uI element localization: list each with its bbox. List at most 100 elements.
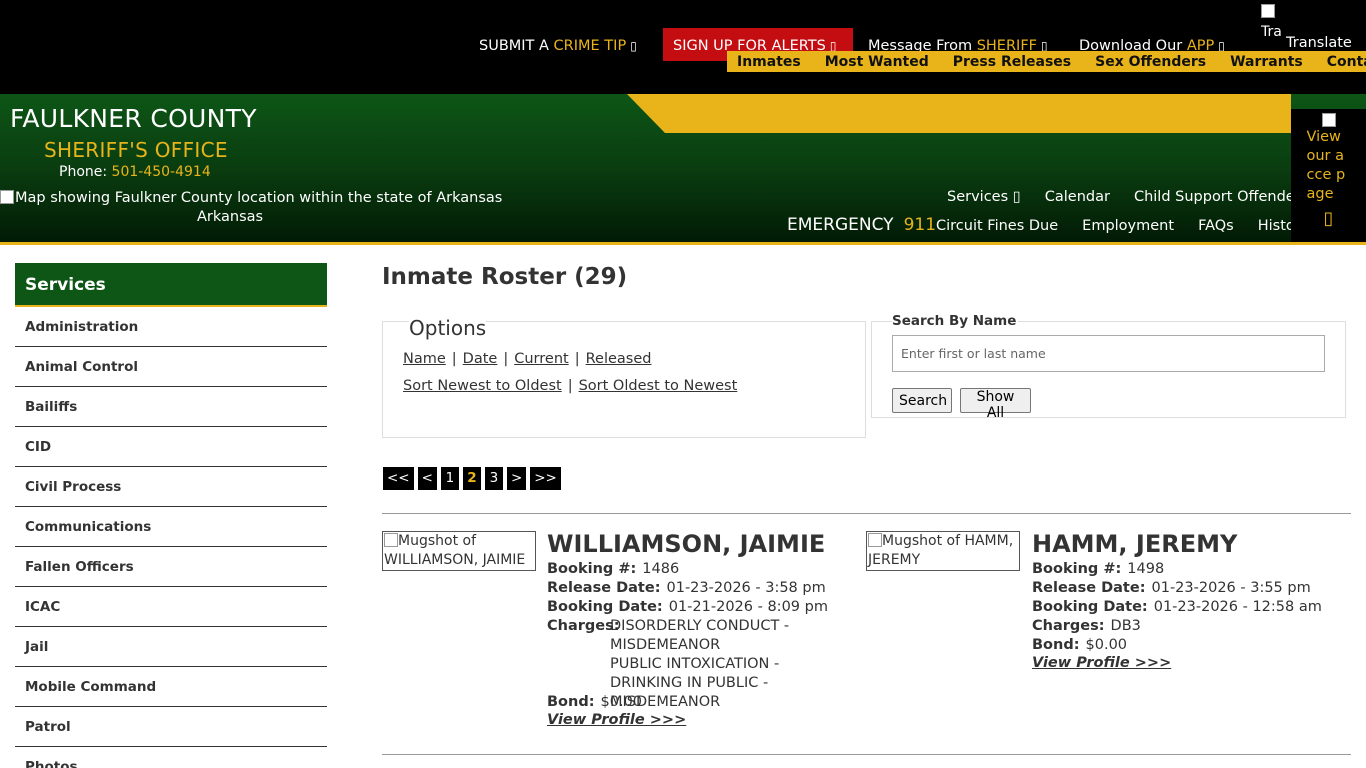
sheriff-office-name[interactable]: SHERIFF'S OFFICE [44,138,228,162]
page-3-button[interactable]: 3 [484,467,503,490]
external-link-icon: ▯ [630,39,637,53]
view-profile-link[interactable]: View Profile >>> [547,712,686,728]
sidebar-item-jail[interactable]: Jail [15,627,327,667]
bond-value: $0.00 [1085,637,1128,653]
nav-child-support-offenders[interactable]: Child Support Offenders [1134,189,1308,205]
nav-circuit-fines-due[interactable]: Circuit Fines Due [936,218,1058,234]
booking-date: Booking Date: 01-23-2026 - 12:58 am [1032,598,1322,617]
sidebar-item-administration[interactable]: Administration [15,307,327,347]
nav-contact[interactable]: Contact [1327,54,1366,70]
sidebar-item-bailiffs[interactable]: Bailiffs [15,387,327,427]
show-all-button[interactable]: Show All [960,388,1031,421]
accessibility-link[interactable]: View our acce page [1307,128,1351,206]
sort-order-links: Sort Newest to Oldest | Sort Oldest to New… [403,378,737,394]
charge-item: DB3 [1110,618,1141,634]
sort-by-date-link[interactable]: Date [463,351,498,367]
dropdown-icon: ▯ [1012,189,1021,205]
charges-label-text: Charges: [547,618,620,634]
sort-oldest-link[interactable]: Sort Oldest to Newest [579,378,738,394]
phone-label: Phone: [59,164,108,180]
nav-inmates[interactable]: Inmates [737,54,801,70]
divider [382,513,1351,514]
booking-date: Booking Date: 01-21-2026 - 8:09 pm [547,598,828,617]
search-legend: Search By Name [892,313,1019,329]
bond-label: Bond: [547,694,595,710]
charge-item: PUBLIC INTOXICATION - DRINKING IN PUBLIC… [610,656,780,710]
mugshot-image[interactable]: Mugshot of WILLIAMSON, JAIMIE [382,531,536,571]
pagination: << < 1 2 3 > >> [383,467,561,490]
release-date: Release Date: 01-23-2026 - 3:55 pm [1032,579,1311,598]
translate-image-alt: Tra [1261,24,1281,40]
page-next-button[interactable]: > [506,467,527,490]
inmate-name: HAMM, JEREMY [1032,530,1238,558]
nav-most-wanted[interactable]: Most Wanted [825,54,929,70]
nav-services-label: Services [947,189,1009,205]
submit-crime-tip-link[interactable]: SUBMIT A CRIME TIP ▯ [479,36,637,56]
accessibility-icon[interactable]: ▯ [1291,208,1366,229]
booking-value: 1486 [642,561,680,577]
nav-faqs[interactable]: FAQs [1198,218,1234,234]
sort-field-links: Name | Date | Current | Released [403,351,651,367]
sidebar-title: Services [15,263,327,307]
services-sidebar: Services Administration Animal Control B… [15,263,327,768]
release-value: 01-23-2026 - 3:55 pm [1151,580,1311,596]
translate-image[interactable]: Tra [1261,4,1281,84]
phone-number-link[interactable]: 501-450-4914 [112,164,211,180]
broken-image-icon [1321,113,1336,127]
charge-item: DISORDERLY CONDUCT - MISDEMEANOR [610,618,790,653]
sidebar-item-cid[interactable]: CID [15,427,327,467]
primary-nav: Inmates Most Wanted Press Releases Sex O… [727,51,1366,72]
filter-current-link[interactable]: Current [514,351,568,367]
separator: | [574,351,580,367]
sidebar-item-civil-process[interactable]: Civil Process [15,467,327,507]
secondary-nav-row-1: Services ▯ Calendar Child Support Offend… [947,189,1308,205]
booking-value: 1498 [1127,561,1165,577]
secondary-nav-row-2: Circuit Fines Due Employment FAQs Histor… [936,218,1309,234]
search-input[interactable] [892,335,1325,372]
header-divider [0,242,1366,245]
release-value: 01-23-2026 - 3:58 pm [666,580,826,596]
nav-press-releases[interactable]: Press Releases [953,54,1071,70]
nav-sex-offenders[interactable]: Sex Offenders [1095,54,1206,70]
sidebar-item-fallen-officers[interactable]: Fallen Officers [15,547,327,587]
page-last-button[interactable]: >> [530,467,561,490]
emergency-911[interactable]: 911 [904,215,936,235]
release-label: Release Date: [1032,580,1146,596]
sort-by-name-link[interactable]: Name [403,351,446,367]
booking-date-label: Booking Date: [547,599,663,615]
booking-label: Booking #: [547,561,637,577]
bond-value: $0.00 [600,694,643,710]
bond: Bond: $0.00 [547,693,642,712]
page-1-button[interactable]: 1 [440,467,459,490]
page-2-button[interactable]: 2 [462,467,481,490]
nav-services[interactable]: Services ▯ [947,189,1021,205]
sidebar-item-mobile-command[interactable]: Mobile Command [15,667,327,707]
sidebar-item-photos[interactable]: Photos [15,747,327,768]
options-title: Options [409,316,487,340]
sidebar-item-patrol[interactable]: Patrol [15,707,327,747]
page-title: Inmate Roster (29) [382,264,628,290]
charges-label-text: Charges: [1032,618,1105,634]
booking-label: Booking #: [1032,561,1122,577]
page-prev-button[interactable]: < [417,467,437,490]
nav-employment[interactable]: Employment [1082,218,1174,234]
view-profile-link[interactable]: View Profile >>> [1032,655,1171,671]
broken-image-icon [1261,4,1275,18]
booking-date-value: 01-21-2026 - 8:09 pm [668,599,828,615]
search-button[interactable]: Search [892,388,952,413]
nav-warrants[interactable]: Warrants [1230,54,1303,70]
mugshot-image[interactable]: Mugshot of HAMM, JEREMY [866,531,1020,571]
translate-label[interactable]: Translate [1286,35,1352,51]
sidebar-item-animal-control[interactable]: Animal Control [15,347,327,387]
page-first-button[interactable]: << [383,467,414,490]
inmate-name: WILLIAMSON, JAIMIE [547,530,826,558]
nav-calendar[interactable]: Calendar [1045,189,1110,205]
sort-newest-link[interactable]: Sort Newest to Oldest [403,378,562,394]
phone-line: Phone: 501-450-4914 [59,164,211,180]
sidebar-item-icac[interactable]: ICAC [15,587,327,627]
accessibility-panel[interactable]: View our acce page ▯ [1291,109,1366,242]
sidebar-item-communications[interactable]: Communications [15,507,327,547]
filter-released-link[interactable]: Released [586,351,652,367]
county-name[interactable]: FAULKNER COUNTY [10,104,257,133]
booking-date-label: Booking Date: [1032,599,1148,615]
